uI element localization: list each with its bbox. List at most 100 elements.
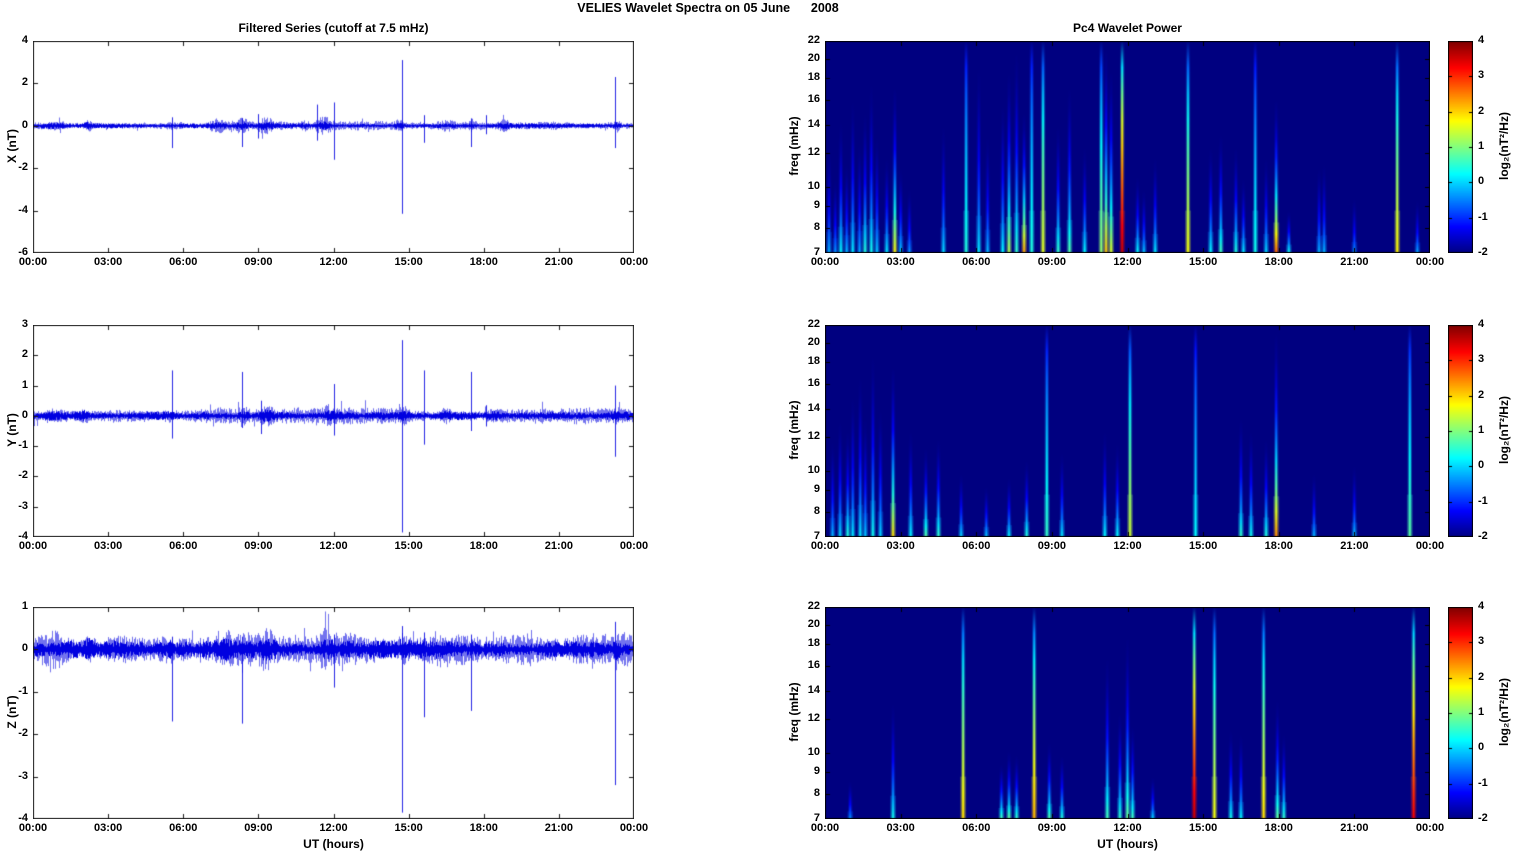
z-axis-ylabel: Z (nT) (5, 695, 19, 729)
y-tick-label: 14 (807, 683, 820, 696)
y-tick-label: 2 (21, 348, 28, 361)
y-tick-label: 22 (807, 34, 820, 46)
x-tick-label: 00:00 (810, 256, 840, 268)
y-tick-label: -4 (18, 203, 28, 216)
x-tick-label: 00:00 (619, 256, 649, 268)
colorbar-gradient-z (1448, 607, 1473, 819)
x-tick-label: 00:00 (1415, 256, 1445, 268)
colorbar-tick-label: 0 (1478, 459, 1485, 472)
colorbar-z: log₂(nT²/Hz) 4 3 2 1 0 -1 -2 (1448, 600, 1511, 824)
colorbar-y: log₂(nT²/Hz) 4 3 2 1 0 -1 -2 (1448, 318, 1511, 542)
y-tick-label: 4 (21, 34, 28, 46)
colorbar-tick-label: 3 (1478, 635, 1485, 648)
colorbar-tick-label: -1 (1478, 776, 1488, 789)
y-tick-label: -1 (18, 684, 28, 697)
x-tick-label: 06:00 (169, 540, 198, 552)
x-tick-label: 15:00 (394, 256, 423, 268)
x-tick-label: 00:00 (1415, 540, 1445, 552)
x-tick-label: 03:00 (94, 540, 123, 552)
x-tick-label: 12:00 (1113, 256, 1142, 268)
y-axis-ylabel: Y (nT) (5, 413, 19, 447)
y-tick-label: 20 (807, 617, 820, 630)
x-tick-label: 15:00 (1189, 540, 1218, 552)
panel-x-filtered-series: Filtered Series (cutoff at 7.5 mHz) X (n… (5, 21, 648, 268)
x-axis-ylabel: X (nT) (5, 129, 19, 163)
x-tick-label: 21:00 (1340, 822, 1369, 834)
x-tick-label: 06:00 (169, 822, 198, 834)
y-tick-label: 22 (807, 318, 820, 330)
colorbar-gradient-x (1448, 41, 1473, 253)
y-wavelet-spectrogram (825, 325, 1430, 537)
filtered-series-title: Filtered Series (cutoff at 7.5 mHz) (238, 21, 429, 35)
y-tick-label: 12 (807, 712, 820, 725)
x-tick-label: 09:00 (1037, 256, 1066, 268)
y-tick-label: 10 (807, 463, 820, 476)
y-tick-label: 16 (807, 92, 820, 105)
x-tick-label: 00:00 (810, 822, 840, 834)
x-tick-label: 21:00 (1340, 540, 1369, 552)
colorbar-gradient-y (1448, 325, 1473, 537)
x-tick-label: 00:00 (18, 540, 48, 552)
colorbar-tick-label: 0 (1478, 741, 1485, 754)
y-tick-label: 22 (807, 600, 820, 612)
y-tick-label: -2 (18, 727, 28, 740)
x-tick-label: 21:00 (544, 540, 573, 552)
x-tick-label: 00:00 (810, 540, 840, 552)
x-tick-label: 18:00 (469, 256, 498, 268)
y-timeseries-plot (33, 325, 634, 537)
y-tick-label: 12 (807, 146, 820, 159)
colorbar-tick-label: -2 (1478, 812, 1488, 824)
y-tick-label: 9 (813, 199, 820, 212)
y-tick-label: 18 (807, 637, 820, 650)
y-tick-label: 10 (807, 745, 820, 758)
x-tick-label: 18:00 (1264, 822, 1293, 834)
x-tick-label: 00:00 (619, 822, 649, 834)
colorbar-x: log₂(nT²/Hz) 4 3 2 1 0 -1 -2 (1448, 34, 1511, 258)
x-tick-label: 21:00 (544, 822, 573, 834)
x-tick-label: 09:00 (1037, 822, 1066, 834)
y-tick-label: 20 (807, 335, 820, 348)
x-tick-label: 15:00 (1189, 822, 1218, 834)
y-tick-label: 18 (807, 355, 820, 368)
y-tick-label: 14 (807, 401, 820, 414)
x-tick-label: 12:00 (1113, 822, 1142, 834)
colorbar-tick-label: 4 (1478, 34, 1485, 46)
panel-z-filtered-series: Z (nT) UT (hours) 1 0 -1 -2 -3 -4 00:00 03:00 06… (5, 600, 648, 851)
x-tick-label: 09:00 (244, 256, 273, 268)
z-wavelet-spectrogram (825, 607, 1430, 819)
y-tick-label: 0 (21, 642, 28, 655)
y-tick-label: 12 (807, 430, 820, 443)
y-tick-label: 9 (813, 765, 820, 778)
y-tick-label: -2 (18, 161, 28, 174)
x-tick-label: 21:00 (544, 256, 573, 268)
y-tick-label: 14 (807, 117, 820, 130)
ut-hours-label-left: UT (hours) (303, 837, 364, 851)
y-tick-label: 16 (807, 658, 820, 671)
x-tick-label: 12:00 (1113, 540, 1142, 552)
y-tick-label: 2 (21, 76, 28, 89)
x-tick-label: 09:00 (1037, 540, 1066, 552)
colorbar-tick-label: 2 (1478, 388, 1485, 401)
y-tick-label: -2 (18, 469, 28, 482)
ut-hours-label-right: UT (hours) (1097, 837, 1158, 851)
x-tick-label: 12:00 (319, 256, 348, 268)
x-tick-label: 03:00 (886, 256, 915, 268)
colorbar-tick-label: 4 (1478, 318, 1485, 330)
colorbar-tick-label: -2 (1478, 246, 1488, 258)
y-tick-label: -3 (18, 769, 28, 782)
y-tick-label: 8 (813, 505, 820, 518)
x-tick-label: 12:00 (319, 540, 348, 552)
colorbar-tick-label: 1 (1478, 424, 1485, 436)
y-tick-label: -1 (18, 439, 28, 452)
wavelet-power-title: Pc4 Wavelet Power (1073, 21, 1182, 35)
y-tick-label: 0 (21, 118, 28, 131)
y-tick-label: 8 (813, 787, 820, 800)
colorbar-tick-label: 2 (1478, 104, 1485, 117)
colorbar-tick-label: 1 (1478, 706, 1485, 718)
y-tick-label: 20 (807, 51, 820, 64)
colorbar-tick-label: -1 (1478, 210, 1488, 223)
colorbar-tick-label: 1 (1478, 140, 1485, 152)
x-tick-label: 00:00 (18, 256, 48, 268)
figure: VELIES Wavelet Spectra on 05 June 2008 F… (0, 0, 1515, 851)
x-tick-label: 09:00 (244, 822, 273, 834)
